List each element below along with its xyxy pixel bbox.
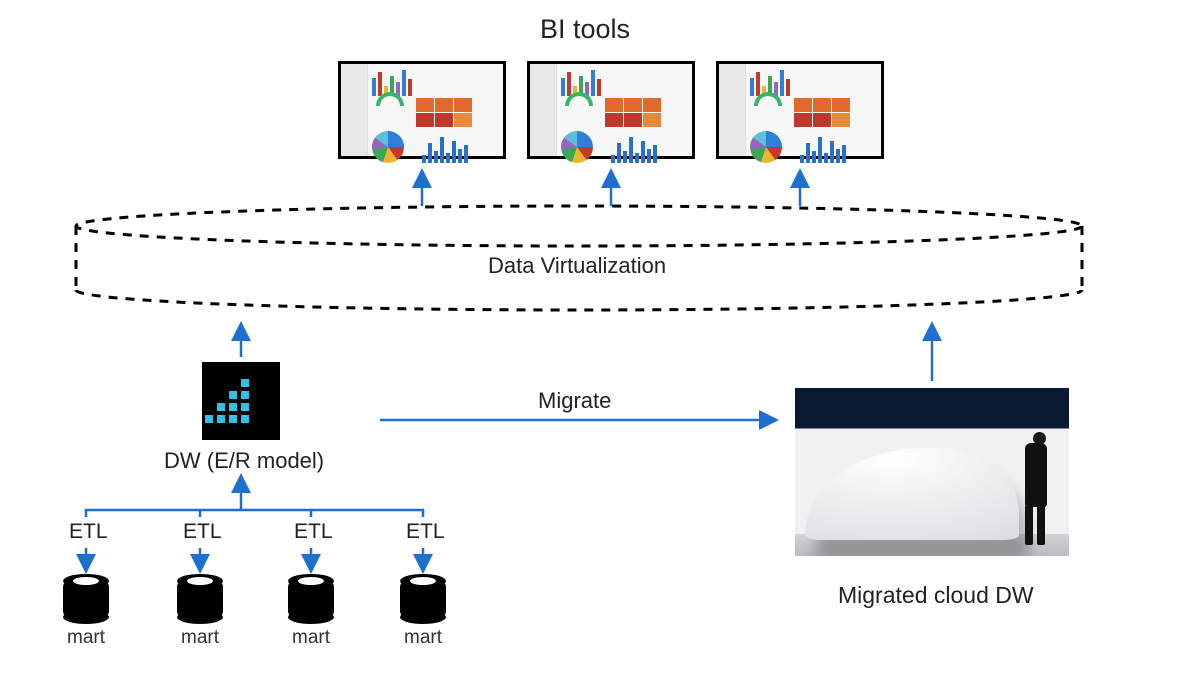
etl-label: ETL [406,520,445,544]
etl-bus [86,510,423,517]
mart-label: mart [399,627,447,649]
arrows-virt-to-bi [422,172,800,206]
mart-label: mart [287,627,335,649]
bi-dashboard-thumbnail [338,61,506,159]
mart-label: mart [176,627,224,649]
data-mart: mart [176,581,224,649]
bi-tools-title: BI tools [540,14,630,45]
diagram-stage: BI tools [0,0,1184,673]
migrated-cloud-dw-image [795,388,1069,556]
data-mart: mart [287,581,335,649]
bi-dashboard-thumbnail [527,61,695,159]
mart-label: mart [62,627,110,649]
etl-label: ETL [69,520,108,544]
data-virtualization-label: Data Virtualization [488,253,666,279]
data-mart: mart [399,581,447,649]
etl-arrows-down [86,548,423,570]
dw-label: DW (E/R model) [164,448,324,474]
bi-dashboard-thumbnail [716,61,884,159]
data-mart: mart [62,581,110,649]
etl-label: ETL [183,520,222,544]
migrated-cloud-dw-label: Migrated cloud DW [838,582,1034,609]
etl-label: ETL [294,520,333,544]
arrows-sources-to-virt [241,325,932,381]
migrate-label: Migrate [538,388,611,414]
dw-icon [202,362,280,440]
